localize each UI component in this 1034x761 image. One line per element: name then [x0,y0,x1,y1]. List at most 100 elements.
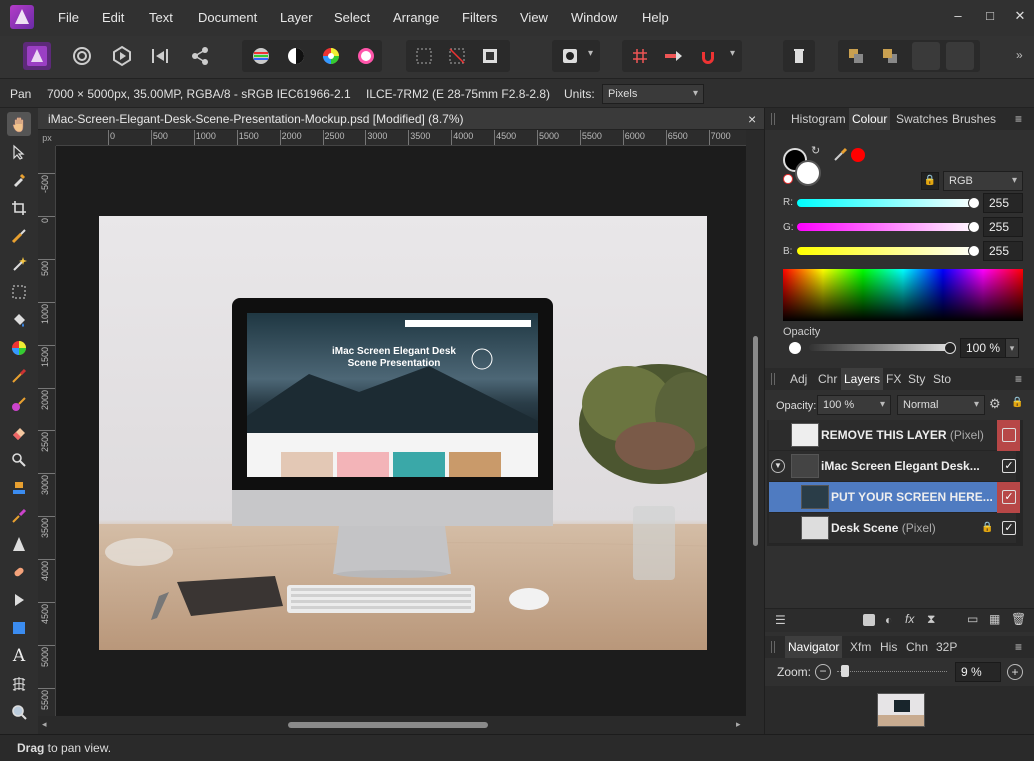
move-tool-icon[interactable] [7,140,31,164]
layer-row[interactable]: REMOVE THIS LAYER (Pixel) [769,420,1020,451]
gear-icon[interactable]: ⚙ [989,396,1001,412]
panel-menu-icon[interactable]: ≡ [1015,112,1022,126]
crop-tool-icon[interactable] [7,196,31,220]
menu-file[interactable]: File [58,0,79,36]
tone-mapping-persona-icon[interactable] [146,42,174,70]
zoom-tool-icon[interactable] [7,700,31,724]
flood-select-tool-icon[interactable] [7,252,31,276]
layer-visibility-checkbox[interactable]: ✓ [1002,459,1016,473]
export-persona-icon[interactable] [186,42,214,70]
r-slider[interactable] [797,199,977,207]
tab-styles[interactable]: Sty [905,368,928,390]
toolbar-overflow-icon[interactable]: » [1016,48,1023,62]
menu-text[interactable]: Text [149,0,173,36]
delete-layer-icon[interactable] [785,42,813,70]
mesh-warp-tool-icon[interactable] [7,672,31,696]
select-all-icon[interactable] [410,42,438,70]
close-document-icon[interactable]: × [748,108,756,130]
arrange-back-icon[interactable] [842,42,870,70]
chevron-down-icon[interactable]: ▾ [730,48,735,59]
tab-navigator[interactable]: Navigator [785,636,843,658]
layer-opacity-select[interactable]: 100 % [817,395,891,415]
g-value-field[interactable]: 255 [983,217,1023,237]
view-tool-hand-icon[interactable] [7,112,31,136]
flood-fill-tool-icon[interactable] [7,308,31,332]
layer-row[interactable]: Desk Scene (Pixel) 🔒 ✓ [769,513,1016,544]
maximize-icon[interactable]: □ [982,8,998,24]
photo-persona-icon[interactable] [23,42,51,70]
menu-help[interactable]: Help [642,0,669,36]
minimize-icon[interactable]: – [950,8,966,24]
layer-visibility-checkbox[interactable]: ✓ [1002,521,1016,535]
layer-stack-icon[interactable]: ☰ [775,613,786,627]
menu-arrange[interactable]: Arrange [393,0,439,36]
liquify-persona-icon[interactable] [68,42,96,70]
force-pixel-align-icon[interactable] [660,42,688,70]
colour-mode-select[interactable]: RGB [943,171,1023,191]
chevron-down-icon[interactable]: ▾ [1005,338,1019,358]
live-filter-icon[interactable]: ⧗ [927,612,935,627]
snapping-icon[interactable] [694,42,722,70]
zoom-slider-knob[interactable] [841,665,849,677]
levels-adjust-icon[interactable] [247,42,275,70]
arrange-backward-icon[interactable] [946,42,974,70]
opacity-slider-knob[interactable] [944,342,956,354]
trash-icon[interactable]: 🗑 [1011,612,1026,626]
menu-edit[interactable]: Edit [102,0,124,36]
marquee-tool-icon[interactable] [7,280,31,304]
fx-icon[interactable]: fx [905,612,914,626]
tab-fx[interactable]: FX [883,368,904,390]
zoom-field[interactable]: 9 % [955,662,1001,682]
panel-menu-icon[interactable]: ≡ [1015,640,1022,654]
document-image[interactable]: iMac Screen Elegant Desk Scene Presentat… [99,216,707,650]
tab-32p[interactable]: 32P [933,636,960,658]
new-layer-icon[interactable]: ▦ [989,612,1000,626]
arrange-forward-icon[interactable] [912,42,940,70]
units-select[interactable]: Pixels [602,84,704,104]
new-group-icon[interactable]: ▭ [967,612,978,626]
g-slider-knob[interactable] [968,221,980,233]
pixel-grid-snapping-icon[interactable] [626,42,654,70]
tab-histogram[interactable]: Histogram [788,108,849,130]
colour-spectrum[interactable] [783,269,1023,321]
scroll-right-icon[interactable]: ▸ [736,719,741,730]
tab-colour[interactable]: Colour [849,108,891,130]
scroll-left-icon[interactable]: ◂ [42,719,47,730]
g-slider[interactable] [797,223,977,231]
healing-brush-tool-icon[interactable] [7,476,31,500]
color-picker-tool-icon[interactable] [7,168,31,192]
node-tool-icon[interactable] [7,588,31,612]
blend-mode-select[interactable]: Normal [897,395,985,415]
menu-filters[interactable]: Filters [462,0,497,36]
text-tool-icon[interactable]: A [7,644,31,668]
lock-icon[interactable]: 🔒 [981,522,993,533]
invert-selection-icon[interactable] [476,42,504,70]
stroke-colour-swatch[interactable] [795,160,821,186]
adjustment-layer-icon[interactable]: ◐ [885,613,892,627]
tab-brushes[interactable]: Brushes [949,108,999,130]
tab-swatches[interactable]: Swatches [893,108,951,130]
white-balance-adjust-icon[interactable] [352,42,380,70]
tab-channels[interactable]: Chn [903,636,931,658]
expand-group-icon[interactable]: ▼ [771,459,785,473]
zoom-in-icon[interactable]: + [1007,664,1023,680]
close-icon[interactable]: ✕ [1012,8,1028,24]
panel-grip-icon[interactable] [771,113,775,125]
black-white-adjust-icon[interactable] [282,42,310,70]
tab-adjustments[interactable]: Adj [787,368,810,390]
tab-transform[interactable]: Xfm [847,636,874,658]
colour-picker-icon[interactable] [833,146,849,165]
menu-document[interactable]: Document [198,0,257,36]
clone-brush-tool-icon[interactable] [7,392,31,416]
inpainting-brush-tool-icon[interactable] [7,504,31,528]
selection-brush-tool-icon[interactable] [7,224,31,248]
horizontal-scrollbar[interactable]: ◂ ▸ [38,716,764,734]
navigator-thumbnail[interactable] [877,693,925,727]
lock-icon[interactable]: 🔒 [921,172,939,190]
gradient-tool-icon[interactable] [7,336,31,360]
layer-row-selected[interactable]: PUT YOUR SCREEN HERE... ✓ [769,482,1020,513]
menu-view[interactable]: View [520,0,548,36]
panel-menu-icon[interactable]: ≡ [1015,372,1022,386]
no-fill-icon[interactable] [783,174,793,184]
layer-visibility-checkbox[interactable] [1002,428,1016,442]
